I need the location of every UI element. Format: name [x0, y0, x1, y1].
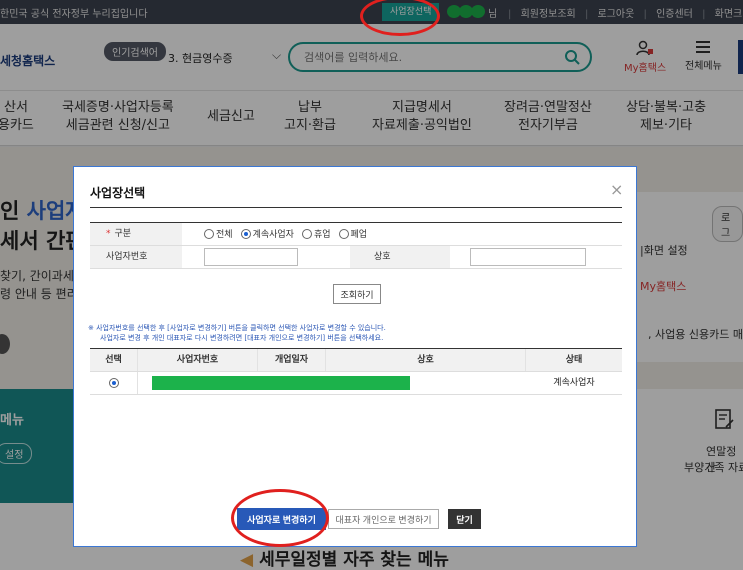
title-divider — [90, 207, 622, 208]
redacted-business-info — [152, 376, 410, 390]
close-button[interactable]: 닫기 — [448, 509, 481, 529]
business-table: 선택 사업자번호 개업일자 상호 상태 계속사업자 — [90, 348, 622, 395]
col-status: 상태 — [565, 355, 583, 365]
close-icon[interactable]: × — [610, 180, 623, 199]
col-name: 상호 — [326, 349, 526, 371]
type-row: * 구분 전체 계속사업자 휴업 폐업 — [90, 223, 622, 246]
change-to-representative-button[interactable]: 대표자 개인으로 변경하기 — [328, 509, 439, 529]
radio-suspended[interactable]: 휴업 — [301, 227, 331, 240]
business-select-modal: 사업장선택 × * 구분 전체 계속사업자 휴업 폐업 사업자번호 상호 조회하기… — [73, 166, 637, 547]
bizno-row: 사업자번호 상호 — [90, 246, 622, 269]
row-radio-selected[interactable] — [108, 378, 119, 388]
bizno-label: 사업자번호 — [90, 246, 182, 268]
table-row[interactable]: 계속사업자 — [90, 372, 622, 395]
modal-title: 사업장선택 — [90, 186, 146, 200]
type-radio-group: 전체 계속사업자 휴업 폐업 — [204, 227, 367, 240]
change-to-business-button[interactable]: 사업자로 변경하기 — [237, 508, 326, 530]
search-form: * 구분 전체 계속사업자 휴업 폐업 사업자번호 상호 — [90, 222, 622, 269]
row-select-cell[interactable] — [90, 372, 138, 394]
radio-closed[interactable]: 폐업 — [338, 227, 367, 240]
required-mark: * — [106, 229, 111, 239]
radio-active-business[interactable]: 계속사업자 — [240, 227, 294, 240]
name-label: 상호 — [350, 246, 450, 268]
row-status: 계속사업자 — [553, 378, 595, 388]
radio-indicator[interactable] — [301, 228, 312, 239]
radio-all[interactable]: 전체 — [204, 227, 233, 240]
col-select: 선택 — [90, 349, 138, 371]
table-header: 선택 사업자번호 개업일자 상호 상태 — [90, 349, 622, 372]
radio-indicator[interactable] — [338, 228, 349, 239]
name-input[interactable] — [470, 248, 586, 266]
radio-indicator[interactable] — [204, 228, 214, 239]
type-label: * 구분 — [90, 223, 182, 245]
col-open-date: 개업일자 — [258, 349, 326, 371]
search-button[interactable]: 조회하기 — [333, 284, 381, 304]
instruction-notice: ※ 사업자번호를 선택한 후 [사업자로 변경하기] 버튼을 클릭하면 선택한 … — [88, 324, 386, 342]
radio-indicator-selected[interactable] — [240, 228, 251, 239]
col-bizno: 사업자번호 — [138, 349, 258, 371]
bizno-input[interactable] — [204, 248, 298, 266]
